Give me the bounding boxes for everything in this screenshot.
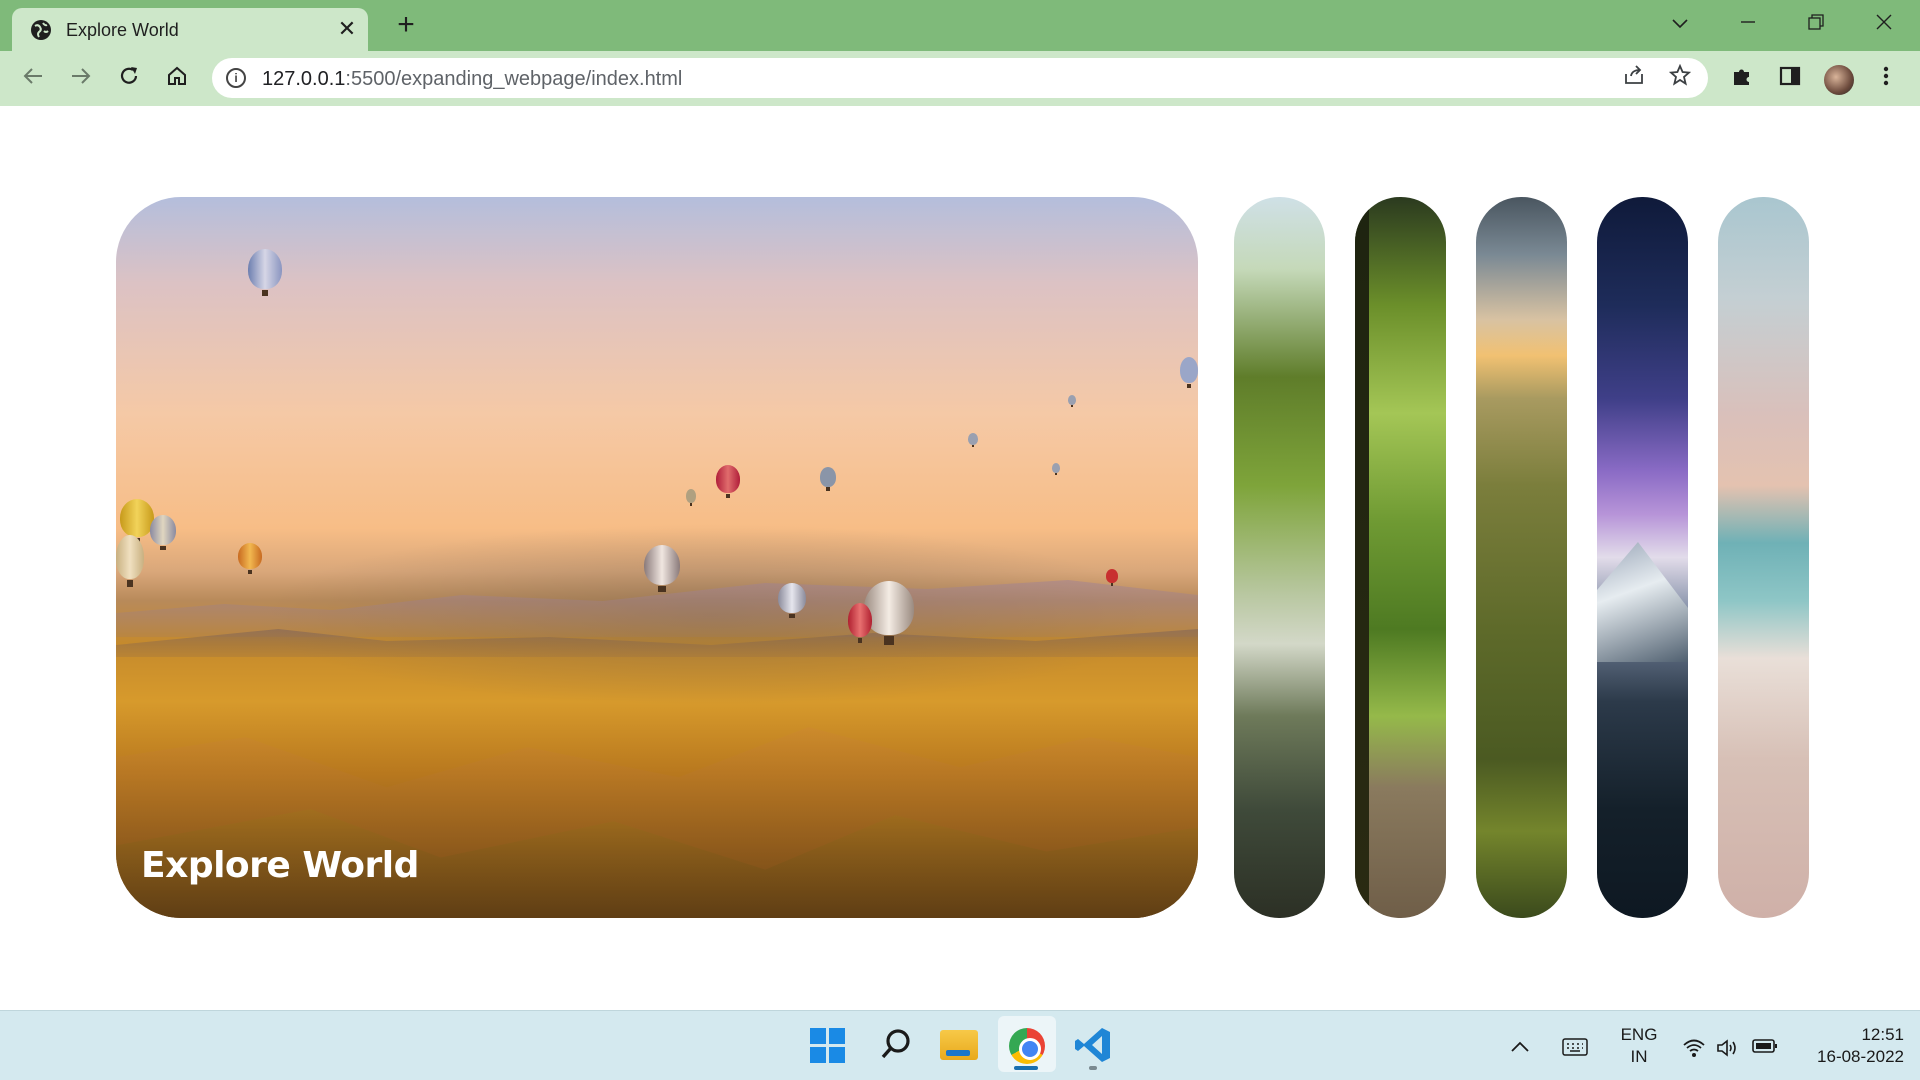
snowy-peak — [1597, 542, 1688, 662]
balloon-graphic — [848, 603, 872, 644]
url-path: :5500/expanding_webpage/index.html — [345, 68, 683, 90]
file-explorer-icon[interactable] — [940, 1024, 980, 1064]
page-viewport: Explore World — [0, 106, 1920, 1010]
balloon-graphic — [644, 545, 680, 593]
share-icon[interactable] — [1620, 64, 1648, 92]
tab-strip: Explore World ✕ + — [0, 0, 1920, 51]
balloon-graphic — [120, 499, 154, 544]
browser-toolbar: i 127.0.0.1:5500/expanding_webpage/index… — [0, 51, 1920, 106]
balloon-graphic — [1180, 357, 1198, 388]
clock[interactable]: 12:51 16-08-2022 — [1788, 1024, 1904, 1068]
balloon-graphic — [1068, 395, 1076, 407]
volume-icon[interactable] — [1716, 1038, 1740, 1063]
clock-time: 12:51 — [1861, 1025, 1904, 1044]
battery-icon[interactable] — [1752, 1038, 1778, 1059]
gallery-panel-beach[interactable] — [1718, 197, 1809, 918]
gallery-panel-forest-river[interactable] — [1234, 197, 1325, 918]
minimize-icon[interactable] — [1728, 8, 1768, 40]
browser-tab[interactable]: Explore World ✕ — [12, 8, 368, 51]
chrome-icon[interactable] — [1007, 1026, 1047, 1066]
gallery-panel-forest-path[interactable] — [1355, 197, 1446, 918]
profile-avatar[interactable] — [1824, 65, 1854, 95]
panel-title: Explore World — [141, 845, 419, 886]
tree-trunk — [1355, 197, 1369, 918]
url-text[interactable]: 127.0.0.1:5500/expanding_webpage/index.h… — [262, 68, 682, 91]
keyboard-icon[interactable] — [1562, 1038, 1588, 1061]
balloon-graphic — [1106, 569, 1118, 586]
gallery-panel-balloons-expanded[interactable]: Explore World — [116, 197, 1198, 918]
balloon-graphic — [968, 433, 978, 448]
balloon-graphic — [248, 249, 282, 297]
restore-icon[interactable] — [1796, 8, 1836, 40]
language-line1: ENG — [1620, 1025, 1658, 1044]
balloon-graphic — [238, 543, 262, 574]
star-icon[interactable] — [1666, 63, 1694, 92]
arrow-right-icon[interactable] — [64, 61, 98, 95]
balloon-graphic — [1052, 463, 1060, 475]
vscode-icon[interactable] — [1073, 1026, 1113, 1066]
address-bar[interactable]: i 127.0.0.1:5500/expanding_webpage/index… — [212, 58, 1708, 98]
gallery-panel-mountain-sunset[interactable] — [1476, 197, 1567, 918]
balloon-graphic — [778, 583, 806, 619]
puzzle-icon[interactable] — [1728, 65, 1756, 93]
chevron-down-icon[interactable] — [1660, 8, 1700, 40]
browser-window-frame: Explore World ✕ + i 127.0.0.1:5500/expan… — [0, 0, 1920, 106]
new-tab-button[interactable]: + — [390, 10, 422, 42]
globe-icon — [31, 20, 51, 40]
balloon-graphic — [150, 515, 176, 551]
balloon-graphic — [686, 489, 696, 506]
close-icon[interactable] — [1864, 8, 1904, 40]
home-icon[interactable] — [160, 61, 194, 95]
wifi-icon[interactable] — [1682, 1038, 1706, 1063]
balloon-graphic — [716, 465, 740, 499]
kebab-menu-icon[interactable] — [1872, 65, 1900, 93]
arrow-left-icon[interactable] — [16, 61, 50, 95]
balloon-graphic — [116, 535, 144, 587]
language-indicator[interactable]: ENG IN — [1610, 1024, 1668, 1068]
url-host: 127.0.0.1 — [262, 68, 346, 90]
tab-title: Explore World — [66, 20, 179, 40]
windows-start-icon[interactable] — [808, 1026, 848, 1066]
running-app-indicator — [1089, 1066, 1097, 1070]
active-app-indicator — [1014, 1066, 1038, 1070]
sidepanel-icon[interactable] — [1776, 65, 1804, 93]
language-line2: IN — [1630, 1047, 1648, 1066]
reload-icon[interactable] — [112, 61, 146, 95]
info-icon[interactable]: i — [226, 68, 246, 88]
chevron-up-icon[interactable] — [1510, 1038, 1530, 1059]
gallery-panel-starry-mountain[interactable] — [1597, 197, 1688, 918]
tab-close-icon[interactable]: ✕ — [334, 16, 360, 42]
search-icon[interactable] — [876, 1026, 916, 1066]
clock-date: 16-08-2022 — [1817, 1047, 1904, 1066]
balloon-graphic — [820, 467, 836, 491]
distant-hills — [116, 580, 1198, 637]
balloon-graphic — [864, 581, 914, 645]
